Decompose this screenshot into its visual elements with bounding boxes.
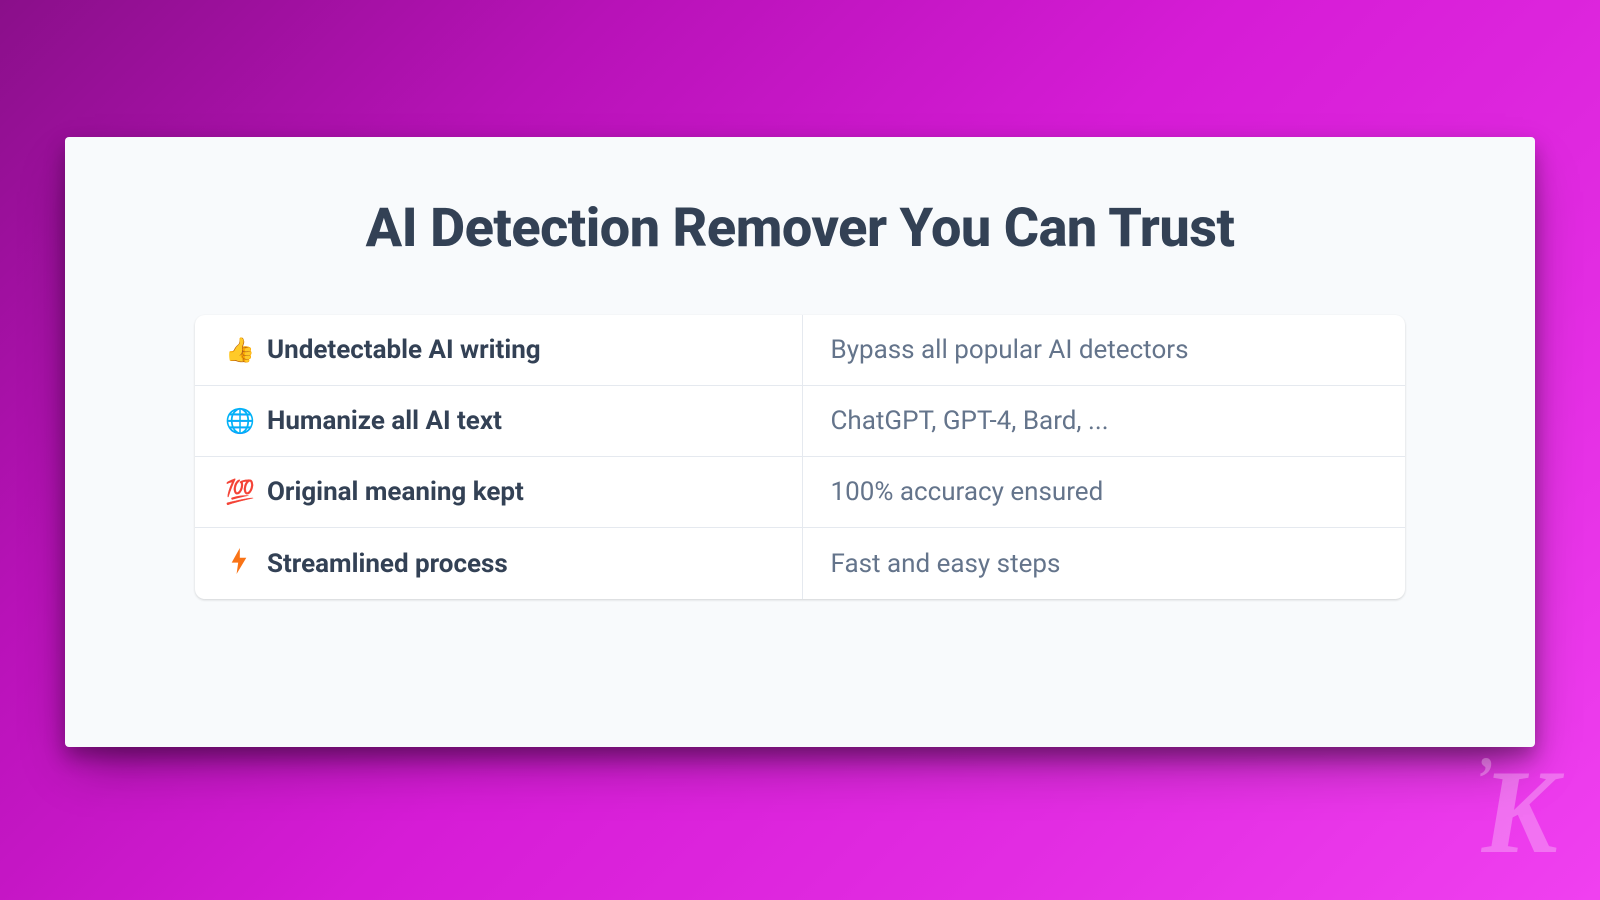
table-row: Streamlined process Fast and easy steps (195, 528, 1405, 599)
feature-cell-left: 💯 Original meaning kept (195, 457, 803, 527)
table-row: 💯 Original meaning kept 100% accuracy en… (195, 457, 1405, 528)
feature-cell-right: Bypass all popular AI detectors (803, 315, 1406, 385)
watermark-logo: K (1474, 764, 1558, 860)
table-row: 🌐 Humanize all AI text ChatGPT, GPT-4, B… (195, 386, 1405, 457)
feature-label: Original meaning kept (267, 477, 524, 507)
content-card: AI Detection Remover You Can Trust 👍 Und… (65, 137, 1535, 747)
feature-desc: 100% accuracy ensured (831, 477, 1104, 507)
feature-desc: Bypass all popular AI detectors (831, 335, 1189, 365)
thumbs-up-icon: 👍 (225, 338, 253, 362)
feature-cell-right: 100% accuracy ensured (803, 457, 1406, 527)
feature-label: Humanize all AI text (267, 406, 502, 436)
table-row: 👍 Undetectable AI writing Bypass all pop… (195, 315, 1405, 386)
feature-cell-left: 🌐 Humanize all AI text (195, 386, 803, 456)
feature-label: Streamlined process (267, 549, 508, 579)
hundred-icon: 💯 (225, 480, 253, 504)
feature-cell-left: 👍 Undetectable AI writing (195, 315, 803, 385)
feature-cell-right: ChatGPT, GPT-4, Bard, ... (803, 386, 1406, 456)
globe-icon: 🌐 (225, 409, 253, 433)
feature-label: Undetectable AI writing (267, 335, 541, 365)
feature-cell-right: Fast and easy steps (803, 528, 1406, 599)
feature-desc: ChatGPT, GPT-4, Bard, ... (831, 406, 1109, 436)
feature-desc: Fast and easy steps (831, 549, 1061, 579)
features-table: 👍 Undetectable AI writing Bypass all pop… (195, 315, 1405, 599)
feature-cell-left: Streamlined process (195, 528, 803, 599)
page-title: AI Detection Remover You Can Trust (195, 197, 1405, 260)
bolt-icon (225, 548, 253, 579)
